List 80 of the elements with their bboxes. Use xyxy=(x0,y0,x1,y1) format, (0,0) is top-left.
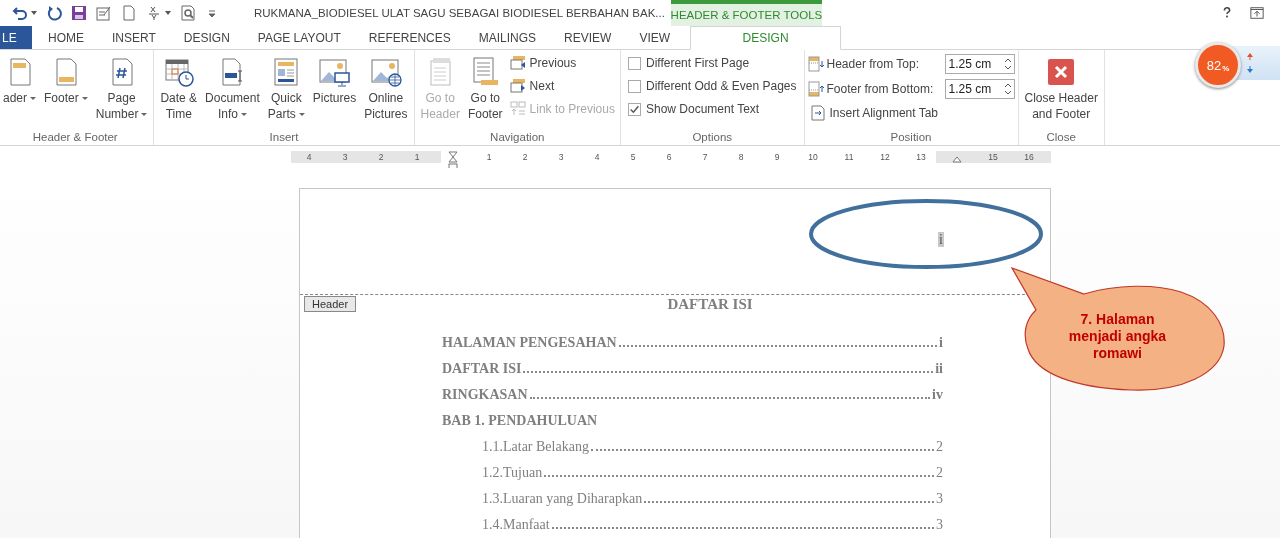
ruler-number: 2 xyxy=(521,151,529,163)
ruler-number: 4 xyxy=(593,151,601,163)
window-title: RUKMANA_BIODIESEL ULAT SAGU SEBAGAI BIODIESEL BERBAHAN BAK... xyxy=(254,7,665,19)
ribbon-button[interactable]: ader xyxy=(0,54,40,108)
ruler-number: 11 xyxy=(843,151,855,163)
toc-entry: DAFTAR ISI xyxy=(442,361,522,377)
file-tab[interactable]: LE xyxy=(0,26,32,49)
toc-entry: BAB 1. PENDAHULUAN xyxy=(442,413,598,429)
checkbox-option[interactable]: Different First Page xyxy=(623,54,801,72)
field-label: Header from Top: xyxy=(826,57,920,71)
toc-entry: 1.2.Tujuan xyxy=(482,465,543,481)
ruler-number: 13 xyxy=(915,151,927,163)
toc-entry: 1.1.Latar Belakang xyxy=(482,439,589,455)
toc-entry: RINGKASAN xyxy=(442,387,528,403)
ruler-number: 6 xyxy=(665,151,673,163)
toc-page-number: iv xyxy=(932,387,943,403)
group-label: Options xyxy=(691,131,734,145)
ribbon-tab[interactable]: MAILINGS xyxy=(464,26,551,49)
group-label: Navigation xyxy=(489,131,546,145)
ruler-number: 3 xyxy=(557,151,565,163)
ribbon-tab[interactable]: VIEW xyxy=(625,26,685,49)
ribbon-button[interactable]: Next xyxy=(507,77,617,95)
group-label: Insert xyxy=(268,131,300,145)
toc-page-number: ii xyxy=(935,361,943,377)
spin-field[interactable]: 1.25 cm xyxy=(944,79,1015,99)
ribbon-tab[interactable]: HOME xyxy=(34,26,98,49)
ruler-number: 2 xyxy=(377,151,385,163)
page-number: i xyxy=(938,232,944,247)
ribbon-button[interactable]: Close Header and Footer xyxy=(1021,54,1101,124)
checkbox-option[interactable]: Show Document Text xyxy=(623,100,801,118)
ribbon-tab[interactable]: PAGE LAYOUT xyxy=(243,26,355,49)
toc-page-number: 3 xyxy=(936,491,943,507)
toc-entry: 1.3.Luaran yang Diharapkan xyxy=(482,491,643,507)
ruler-number: 9 xyxy=(773,151,781,163)
checkbox-label: Different First Page xyxy=(645,56,750,70)
ribbon-tab[interactable]: DESIGN xyxy=(690,26,842,50)
group-label: Close xyxy=(1045,131,1077,145)
ribbon-tab[interactable]: DESIGN xyxy=(169,26,244,49)
group-label: Header & Footer xyxy=(31,131,119,145)
ribbon-tab[interactable]: REFERENCES xyxy=(354,26,465,49)
ribbon-button[interactable]: Quick Parts xyxy=(264,54,308,124)
callout-text: 7. Halaman menjadi angka romawi xyxy=(1067,311,1168,362)
toc-entry: HALAMAN PENGESAHAN xyxy=(442,335,617,351)
ribbon-button[interactable]: Online Pictures xyxy=(361,54,411,124)
ribbon-tab[interactable]: INSERT xyxy=(98,26,170,49)
ruler[interactable]: 4 3 2 1 1 2 3 4 5 6 7 8 9 10 11 12 13 15 16 xyxy=(291,151,1051,171)
ribbon-button[interactable]: Go to Footer xyxy=(464,54,506,124)
toc-entry: 1.4.Manfaat xyxy=(482,517,550,533)
checkbox-option[interactable]: Different Odd & Even Pages xyxy=(623,77,801,95)
checkbox-label: Show Document Text xyxy=(645,102,760,116)
header-tag: Header xyxy=(304,296,357,312)
ruler-number: 5 xyxy=(629,151,637,163)
ribbon-button[interactable]: Date & Time xyxy=(157,54,201,124)
ruler-number: 10 xyxy=(807,151,819,163)
checkbox-label: Different Odd & Even Pages xyxy=(645,79,797,93)
ribbon-button[interactable]: Page Number xyxy=(92,54,151,124)
ribbon-button[interactable]: Footer xyxy=(41,54,91,108)
ribbon-button[interactable]: Insert Alignment Tab xyxy=(807,104,1015,122)
toc-page-number: 3 xyxy=(936,517,943,533)
ruler-number: 16 xyxy=(1023,151,1035,163)
field-label: Footer from Bottom: xyxy=(826,82,935,96)
spin-field[interactable]: 1.25 cm xyxy=(944,54,1015,74)
ribbon-button[interactable]: Previous xyxy=(507,54,617,72)
ribbon-button[interactable]: Document Info xyxy=(202,54,263,124)
ruler-number: 15 xyxy=(987,151,999,163)
ruler-number: 1 xyxy=(413,151,421,163)
ruler-number: 8 xyxy=(737,151,745,163)
ribbon-button[interactable]: Pictures xyxy=(309,54,360,108)
ruler-number: 3 xyxy=(341,151,349,163)
toc-page-number: 2 xyxy=(936,439,943,455)
ruler-number: 7 xyxy=(701,151,709,163)
ruler-number: 1 xyxy=(485,151,493,163)
toc-page-number: 2 xyxy=(936,465,943,481)
contextual-tab-label: HEADER & FOOTER TOOLS xyxy=(670,0,822,26)
ruler-number: 4 xyxy=(305,151,313,163)
ruler-number: 12 xyxy=(879,151,891,163)
group-label: Position xyxy=(889,131,933,145)
toc-heading: DAFTAR ISI xyxy=(666,296,754,313)
toc-page-number: i xyxy=(939,335,943,351)
ribbon-tab[interactable]: REVIEW xyxy=(550,26,626,49)
